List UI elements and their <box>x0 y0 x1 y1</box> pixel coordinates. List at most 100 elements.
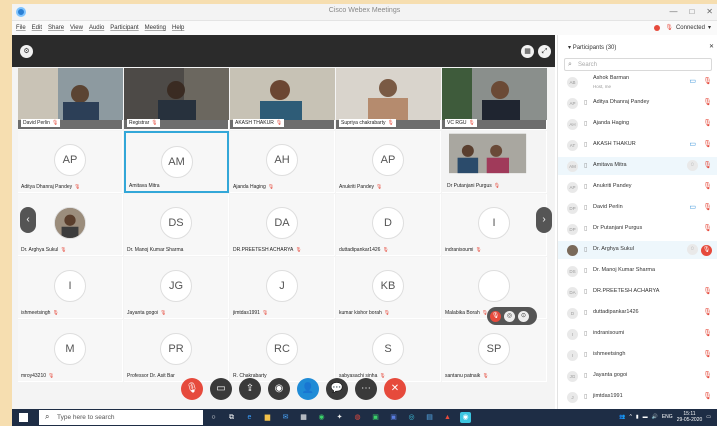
layout-icon[interactable]: ▦ <box>521 45 534 58</box>
app-icon[interactable]: ✦ <box>334 412 345 423</box>
menu-meeting[interactable]: Meeting <box>145 25 166 31</box>
participant-row[interactable]: DP ▯ Dr Putanjani Purgus 🎙 <box>558 220 717 238</box>
mic-muted-icon[interactable]: 🎙 <box>701 245 712 256</box>
camera-icon[interactable]: ◎ <box>504 310 515 322</box>
participant-row[interactable]: DS ▯ Dr. Manoj Kumar Sharma <box>558 262 717 280</box>
maximize-button[interactable]: □ <box>689 7 694 16</box>
panel-header[interactable]: ▾ Participants (30) ✕ <box>558 35 717 58</box>
menu-share[interactable]: Share <box>48 25 64 31</box>
mic-muted-icon[interactable]: 🎙 <box>703 119 712 127</box>
participant-row[interactable]: DP ▯ David Perlin ▭ 🎙 <box>558 199 717 217</box>
participant-search-input[interactable]: ⌕ Search <box>564 58 712 71</box>
mic-muted-icon[interactable]: 🎙 <box>703 287 712 295</box>
participant-tile[interactable]: PR Professor Dr. Asit Bar <box>124 320 229 382</box>
word-icon[interactable]: ▣ <box>388 412 399 423</box>
mic-muted-icon[interactable]: 🎙 <box>703 140 712 148</box>
minimize-button[interactable]: — <box>669 7 677 16</box>
participant-tile[interactable]: SP santanu patnaik 🎙 <box>442 320 547 382</box>
more-options-icon[interactable]: ◌ <box>687 160 698 171</box>
previous-page-arrow-icon[interactable]: ‹ <box>20 207 36 233</box>
webex-taskbar-icon[interactable]: ◉ <box>460 412 471 423</box>
video-tile[interactable]: David Perlin 🎙 <box>18 68 123 130</box>
end-meeting-button[interactable]: ✕ <box>384 378 406 400</box>
whatsapp-icon[interactable]: ◉ <box>316 412 327 423</box>
participant-tile[interactable]: I ishmeetsingh 🎙 <box>18 257 123 319</box>
participant-row[interactable]: AB Ashok Barman Host, me ▭ 🎙 <box>558 73 717 91</box>
chat-button[interactable]: 💬 <box>326 378 348 400</box>
participant-tile[interactable]: KB kumar kishor borah 🎙 <box>336 257 441 319</box>
connection-status[interactable]: 🎙 Connected ▾ <box>654 24 711 31</box>
close-panel-icon[interactable]: ✕ <box>709 43 714 50</box>
mic-muted-icon[interactable]: 🎙 <box>703 98 712 106</box>
camera-icon[interactable]: ▭ <box>689 203 696 211</box>
fullscreen-icon[interactable]: ⤢ <box>538 45 551 58</box>
clock[interactable]: 15:11 29-05-2020 <box>677 411 703 423</box>
participant-row[interactable]: AT ▯ AKASH THAKUR ▭ 🎙 <box>558 136 717 154</box>
next-page-arrow-icon[interactable]: › <box>536 207 552 233</box>
menu-file[interactable]: File <box>16 25 26 31</box>
windows-start-icon[interactable] <box>19 413 28 422</box>
participant-tile[interactable]: S sabyasachi sinha 🎙 <box>336 320 441 382</box>
close-window-button[interactable]: ✕ <box>706 7 713 16</box>
participant-row[interactable]: J ▯ jimtdas1991 🎙 <box>558 388 717 406</box>
participant-tile[interactable]: DS Dr. Manoj Kumar Sharma <box>124 194 229 256</box>
mic-muted-icon[interactable]: 🎙 <box>703 308 712 316</box>
menu-help[interactable]: Help <box>172 25 184 31</box>
video-tile[interactable]: VC RGU 🎙 <box>442 68 547 130</box>
mute-button[interactable]: 🎙 <box>181 378 203 400</box>
participants-button[interactable]: 👤 <box>297 378 319 400</box>
video-button[interactable]: ▭ <box>210 378 232 400</box>
language-indicator[interactable]: ENG <box>662 414 673 420</box>
share-button[interactable]: ⇪ <box>239 378 261 400</box>
participant-tile[interactable]: M mroy43210 🎙 <box>18 320 123 382</box>
mic-muted-icon[interactable]: 🎙 <box>703 329 712 337</box>
battery-icon[interactable]: ▮ <box>636 414 639 420</box>
mic-muted-icon[interactable]: 🎙 <box>703 350 712 358</box>
mail-icon[interactable]: ✉ <box>280 412 291 423</box>
mic-muted-icon[interactable]: 🎙 <box>703 77 712 85</box>
more-options-icon[interactable]: ◌ <box>687 244 698 255</box>
participant-row[interactable]: D ▯ duttadipankar1426 🎙 <box>558 304 717 322</box>
mic-muted-icon[interactable]: 🎙 <box>490 310 501 322</box>
edge-icon[interactable]: e <box>244 412 255 423</box>
participant-tile[interactable]: D duttadipankar1426 🎙 <box>336 194 441 256</box>
cortana-icon[interactable]: ○ <box>208 412 219 423</box>
participant-row[interactable]: ▯ Dr. Arghya Sukul ◌ 🎙 <box>558 241 717 259</box>
volume-icon[interactable]: 🔊 <box>652 414 658 420</box>
participant-row[interactable]: DA ▯ DR.PREETESH ACHARYA 🎙 <box>558 283 717 301</box>
record-button[interactable]: ◉ <box>268 378 290 400</box>
participant-tile[interactable]: DA DR.PREETESH ACHARYA 🎙 <box>230 194 335 256</box>
menu-edit[interactable]: Edit <box>32 25 42 31</box>
participant-tile[interactable]: I indranisoumi 🎙 <box>442 194 547 256</box>
more-options-button[interactable]: ⋯ <box>355 378 377 400</box>
video-tile[interactable]: AKASH THAKUR 🎙 <box>230 68 335 130</box>
participant-row[interactable]: JG ▯ Jayanta gogoi 🎙 <box>558 367 717 385</box>
menu-view[interactable]: View <box>70 25 83 31</box>
file-explorer-icon[interactable]: ▆ <box>262 412 273 423</box>
participant-row[interactable]: I ▯ ishmeetsingh 🎙 <box>558 346 717 364</box>
store-icon[interactable]: ▤ <box>424 412 435 423</box>
participant-tile[interactable]: AP Anukriti Pandey 🎙 <box>336 131 441 193</box>
participant-tile-active[interactable]: AM Amitava Mitra <box>124 131 229 193</box>
participant-tile[interactable]: AH Ajanda Haging 🎙 <box>230 131 335 193</box>
task-view-icon[interactable]: ⧉ <box>226 412 237 423</box>
taskbar-search-input[interactable]: ⌕ Type here to search <box>39 410 203 425</box>
app-icon[interactable]: ◎ <box>406 412 417 423</box>
video-tile[interactable]: Dr Putanjani Purgus 🎙 <box>442 131 547 193</box>
participant-tile[interactable]: JG Jayanta gogoi 🎙 <box>124 257 229 319</box>
participant-row[interactable]: AP ▯ Aditya Dhanraj Pandey 🎙 <box>558 94 717 112</box>
app-icon[interactable]: ▲ <box>442 412 453 423</box>
video-tile[interactable]: Registrar 🎙 <box>124 68 229 130</box>
chevron-up-icon[interactable]: ^ <box>629 414 631 420</box>
mic-muted-icon[interactable]: 🎙 <box>703 203 712 211</box>
mic-muted-icon[interactable]: 🎙 <box>703 371 712 379</box>
participant-row[interactable]: AM ▯ Amitava Mitra ◌ 🎙 <box>558 157 717 175</box>
participant-tile[interactable]: RC R. Chakrabarty <box>230 320 335 382</box>
mic-muted-icon[interactable]: 🎙 <box>703 182 712 190</box>
more-icon[interactable]: ⊙ <box>518 310 529 322</box>
menu-audio[interactable]: Audio <box>89 25 104 31</box>
excel-icon[interactable]: ▣ <box>370 412 381 423</box>
network-icon[interactable]: ▬ <box>643 414 648 420</box>
menu-participant[interactable]: Participant <box>110 25 138 31</box>
chrome-icon[interactable]: ◍ <box>352 412 363 423</box>
